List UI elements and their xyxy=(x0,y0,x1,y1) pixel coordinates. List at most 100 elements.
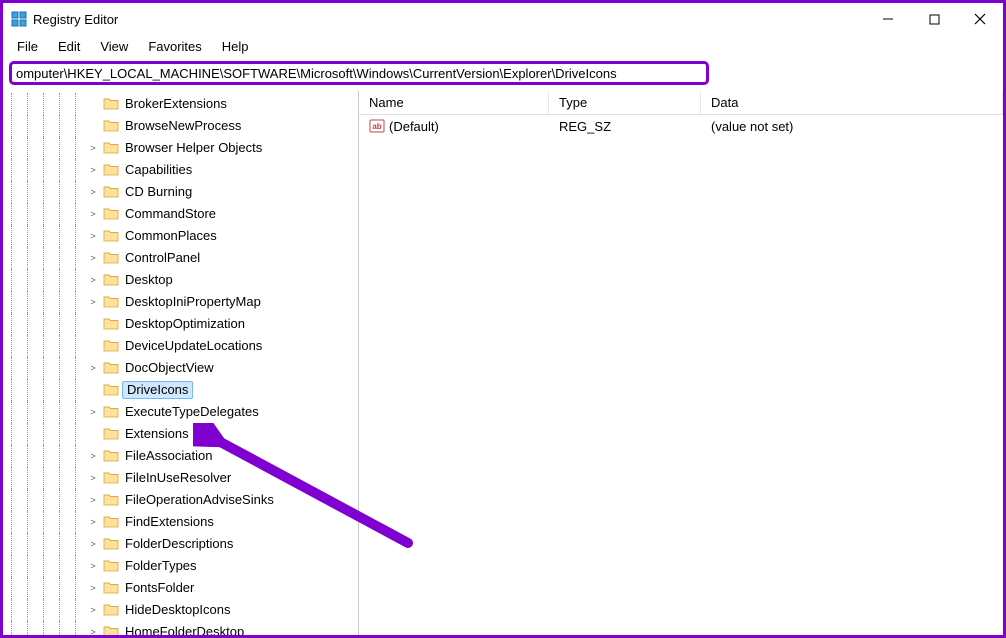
tree-item-label: FontsFolder xyxy=(122,577,197,599)
string-value-icon: ab xyxy=(369,118,385,134)
folder-icon xyxy=(103,514,119,530)
folder-icon xyxy=(103,294,119,310)
address-path: omputer\HKEY_LOCAL_MACHINE\SOFTWARE\Micr… xyxy=(16,66,617,81)
expander-icon[interactable]: > xyxy=(86,533,100,555)
value-row[interactable]: ab(Default)REG_SZ(value not set) xyxy=(359,115,1003,137)
svg-text:ab: ab xyxy=(372,122,381,131)
tree-item[interactable]: > Desktop xyxy=(3,269,358,291)
menu-help[interactable]: Help xyxy=(212,37,259,56)
folder-icon xyxy=(103,96,119,112)
expander-icon[interactable]: > xyxy=(86,137,100,159)
expander-icon[interactable]: > xyxy=(86,511,100,533)
menu-view[interactable]: View xyxy=(90,37,138,56)
tree-item[interactable]: BrowseNewProcess xyxy=(3,115,358,137)
expander-icon[interactable]: > xyxy=(86,577,100,599)
tree-item-label: ExecuteTypeDelegates xyxy=(122,401,262,423)
tree-item-label: DesktopOptimization xyxy=(122,313,248,335)
tree-item[interactable]: > FileAssociation xyxy=(3,445,358,467)
menu-favorites[interactable]: Favorites xyxy=(138,37,211,56)
expander-icon[interactable]: > xyxy=(86,599,100,621)
value-type: REG_SZ xyxy=(549,119,701,134)
tree-item-label: FolderDescriptions xyxy=(122,533,236,555)
tree-item[interactable]: > ExecuteTypeDelegates xyxy=(3,401,358,423)
column-type[interactable]: Type xyxy=(549,91,701,114)
expander-icon[interactable]: > xyxy=(86,203,100,225)
expander-icon[interactable]: > xyxy=(86,357,100,379)
tree-item-label: Extensions xyxy=(122,423,192,445)
folder-icon xyxy=(103,448,119,464)
tree-item[interactable]: >HideDesktopIcons xyxy=(3,599,358,621)
list-pane[interactable]: Name Type Data ab(Default)REG_SZ(value n… xyxy=(359,91,1003,635)
tree-item-label: DocObjectView xyxy=(122,357,217,379)
tree-item[interactable]: > FolderDescriptions xyxy=(3,533,358,555)
tree-item[interactable]: > Browser Helper Objects xyxy=(3,137,358,159)
window-title: Registry Editor xyxy=(33,12,118,27)
tree-item[interactable]: >FileOperationAdviseSinks xyxy=(3,489,358,511)
folder-icon xyxy=(103,250,119,266)
tree-pane[interactable]: BrokerExtensionsBrowseNewProcess > Browser… xyxy=(3,91,359,635)
expander-icon[interactable]: > xyxy=(86,247,100,269)
folder-icon xyxy=(103,558,119,574)
folder-icon xyxy=(103,492,119,508)
expander-icon[interactable]: > xyxy=(86,225,100,247)
expander-icon[interactable]: > xyxy=(86,269,100,291)
tree-item[interactable]: DeviceUpdateLocations xyxy=(3,335,358,357)
folder-icon xyxy=(103,360,119,376)
expander-icon[interactable]: > xyxy=(86,621,100,635)
tree-item[interactable]: >DesktopIniPropertyMap xyxy=(3,291,358,313)
tree-item[interactable]: >Capabilities xyxy=(3,159,358,181)
expander-icon[interactable]: > xyxy=(86,159,100,181)
folder-icon xyxy=(103,162,119,178)
tree-item-label: Browser Helper Objects xyxy=(122,137,265,159)
menu-edit[interactable]: Edit xyxy=(48,37,90,56)
folder-icon xyxy=(103,272,119,288)
tree-item-label: CommonPlaces xyxy=(122,225,220,247)
maximize-button[interactable] xyxy=(911,3,957,35)
column-name[interactable]: Name xyxy=(359,91,549,114)
tree-item-label: Desktop xyxy=(122,269,176,291)
tree-item[interactable]: Extensions xyxy=(3,423,358,445)
expander-icon[interactable]: > xyxy=(86,445,100,467)
expander-icon[interactable]: > xyxy=(86,555,100,577)
tree-item[interactable]: DriveIcons xyxy=(3,379,358,401)
folder-icon xyxy=(103,228,119,244)
folder-icon xyxy=(103,140,119,156)
folder-icon xyxy=(103,580,119,596)
tree-item[interactable]: >FolderTypes xyxy=(3,555,358,577)
list-rows: ab(Default)REG_SZ(value not set) xyxy=(359,115,1003,137)
menu-file[interactable]: File xyxy=(7,37,48,56)
tree-item[interactable]: >FindExtensions xyxy=(3,511,358,533)
close-button[interactable] xyxy=(957,3,1003,35)
addressbar-row: omputer\HKEY_LOCAL_MACHINE\SOFTWARE\Micr… xyxy=(3,57,1003,91)
tree-item[interactable]: > ControlPanel xyxy=(3,247,358,269)
tree-item-label: BrokerExtensions xyxy=(122,93,230,115)
tree-item[interactable]: DesktopOptimization xyxy=(3,313,358,335)
expander-icon[interactable]: > xyxy=(86,291,100,313)
folder-icon xyxy=(103,602,119,618)
tree-item-label: BrowseNewProcess xyxy=(122,115,244,137)
tree-item[interactable]: >FileInUseResolver xyxy=(3,467,358,489)
tree-item[interactable]: > DocObjectView xyxy=(3,357,358,379)
expander-icon[interactable]: > xyxy=(86,467,100,489)
menubar: File Edit View Favorites Help xyxy=(3,35,1003,57)
expander-icon[interactable]: > xyxy=(86,181,100,203)
value-name: (Default) xyxy=(389,119,439,134)
tree-item-label: ControlPanel xyxy=(122,247,203,269)
tree-item[interactable]: >HomeFolderDesktop xyxy=(3,621,358,635)
tree-item-label: DeviceUpdateLocations xyxy=(122,335,265,357)
expander-icon[interactable]: > xyxy=(86,401,100,423)
tree-item[interactable]: BrokerExtensions xyxy=(3,93,358,115)
tree-item[interactable]: > CommonPlaces xyxy=(3,225,358,247)
window-frame: Registry Editor File Edit View Favorites… xyxy=(0,0,1006,638)
tree-item[interactable]: >CD Burning xyxy=(3,181,358,203)
folder-icon xyxy=(103,382,119,398)
folder-icon xyxy=(103,426,119,442)
tree-item[interactable]: >CommandStore xyxy=(3,203,358,225)
minimize-button[interactable] xyxy=(865,3,911,35)
column-data[interactable]: Data xyxy=(701,91,1003,114)
tree-item[interactable]: > FontsFolder xyxy=(3,577,358,599)
expander-icon[interactable]: > xyxy=(86,489,100,511)
address-input[interactable]: omputer\HKEY_LOCAL_MACHINE\SOFTWARE\Micr… xyxy=(9,61,709,85)
tree-item-label: FileAssociation xyxy=(122,445,215,467)
app-icon xyxy=(11,11,27,27)
